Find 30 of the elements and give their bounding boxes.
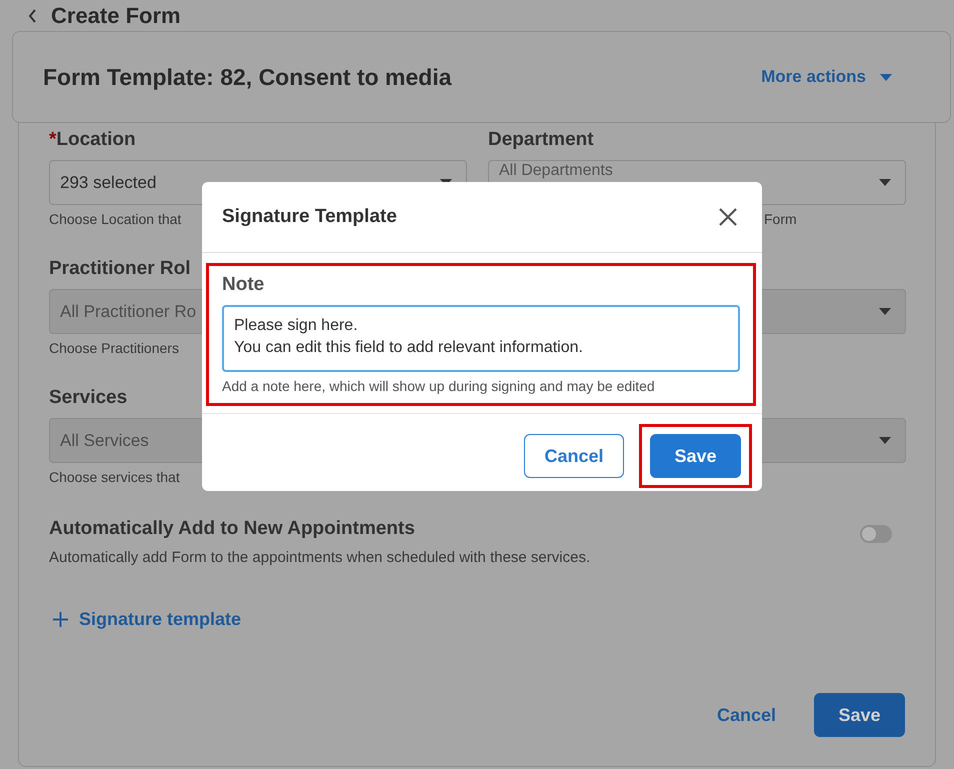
back-icon[interactable]: [28, 8, 37, 22]
caret-icon: [879, 179, 891, 186]
field-label: Department: [488, 130, 594, 150]
dialog-title: Signature Template: [222, 206, 397, 228]
save-button[interactable]: Save: [814, 693, 905, 737]
field-hint: Form: [764, 211, 797, 228]
note-field[interactable]: Please sign here. You can edit this field to add relevant information.: [222, 305, 740, 372]
save-button[interactable]: Save: [650, 434, 741, 478]
more-actions-button[interactable]: More actions: [761, 67, 892, 87]
toggle-switch[interactable]: [860, 525, 892, 543]
field-hint: Choose services that: [49, 469, 180, 486]
auto-add-description: Automatically add Form to the appointments when scheduled with these services.: [49, 549, 590, 566]
caret-icon: [879, 437, 891, 444]
plus-icon: [53, 612, 68, 627]
field-hint: Choose Location that: [49, 211, 182, 228]
page-title: Create Form: [51, 2, 181, 28]
form-template-title: Form Template: 82, Consent to media: [43, 64, 452, 90]
field-label: *Location: [49, 130, 136, 150]
caret-icon: [880, 74, 892, 80]
cancel-button[interactable]: Cancel: [716, 704, 776, 726]
note-hint: Add a note here, which will show up during signing and may be edited: [222, 378, 656, 394]
auto-add-title: Automatically Add to New Appointments: [49, 519, 416, 539]
field-hint: Choose Practitioners: [49, 340, 179, 357]
close-icon[interactable]: [718, 207, 738, 227]
add-signature-template-link[interactable]: Signature template: [49, 609, 242, 630]
field-label: Practitioner Rol: [49, 259, 190, 279]
note-label: Note: [222, 274, 266, 296]
caret-icon: [879, 308, 891, 315]
cancel-button[interactable]: Cancel: [524, 434, 624, 478]
field-label: Services: [49, 388, 128, 408]
